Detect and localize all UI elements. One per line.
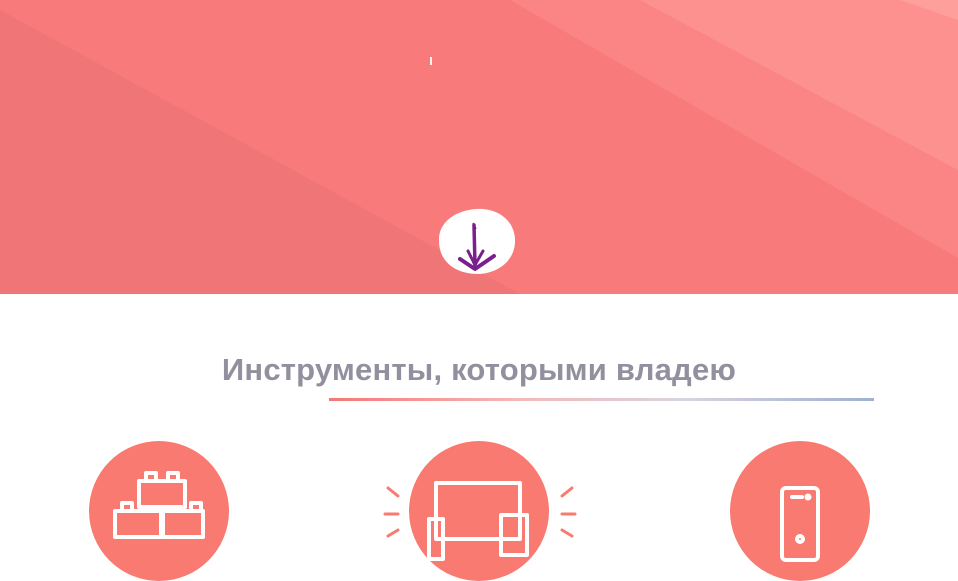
- hero-section: [0, 0, 958, 294]
- blocks-icon: [113, 471, 205, 539]
- title-underline: [329, 398, 874, 401]
- skill-item-devices: [409, 441, 549, 581]
- skill-item-smartphone: [730, 441, 870, 581]
- hero-cursor-mark: [430, 57, 432, 65]
- section-title: Инструменты, которыми владею: [221, 352, 737, 387]
- smartphone-icon: [780, 486, 820, 562]
- devices-icon: [427, 481, 529, 561]
- arrow-down-icon: [438, 208, 516, 274]
- scroll-down-button[interactable]: [438, 207, 516, 275]
- skill-item-blocks: [89, 441, 229, 581]
